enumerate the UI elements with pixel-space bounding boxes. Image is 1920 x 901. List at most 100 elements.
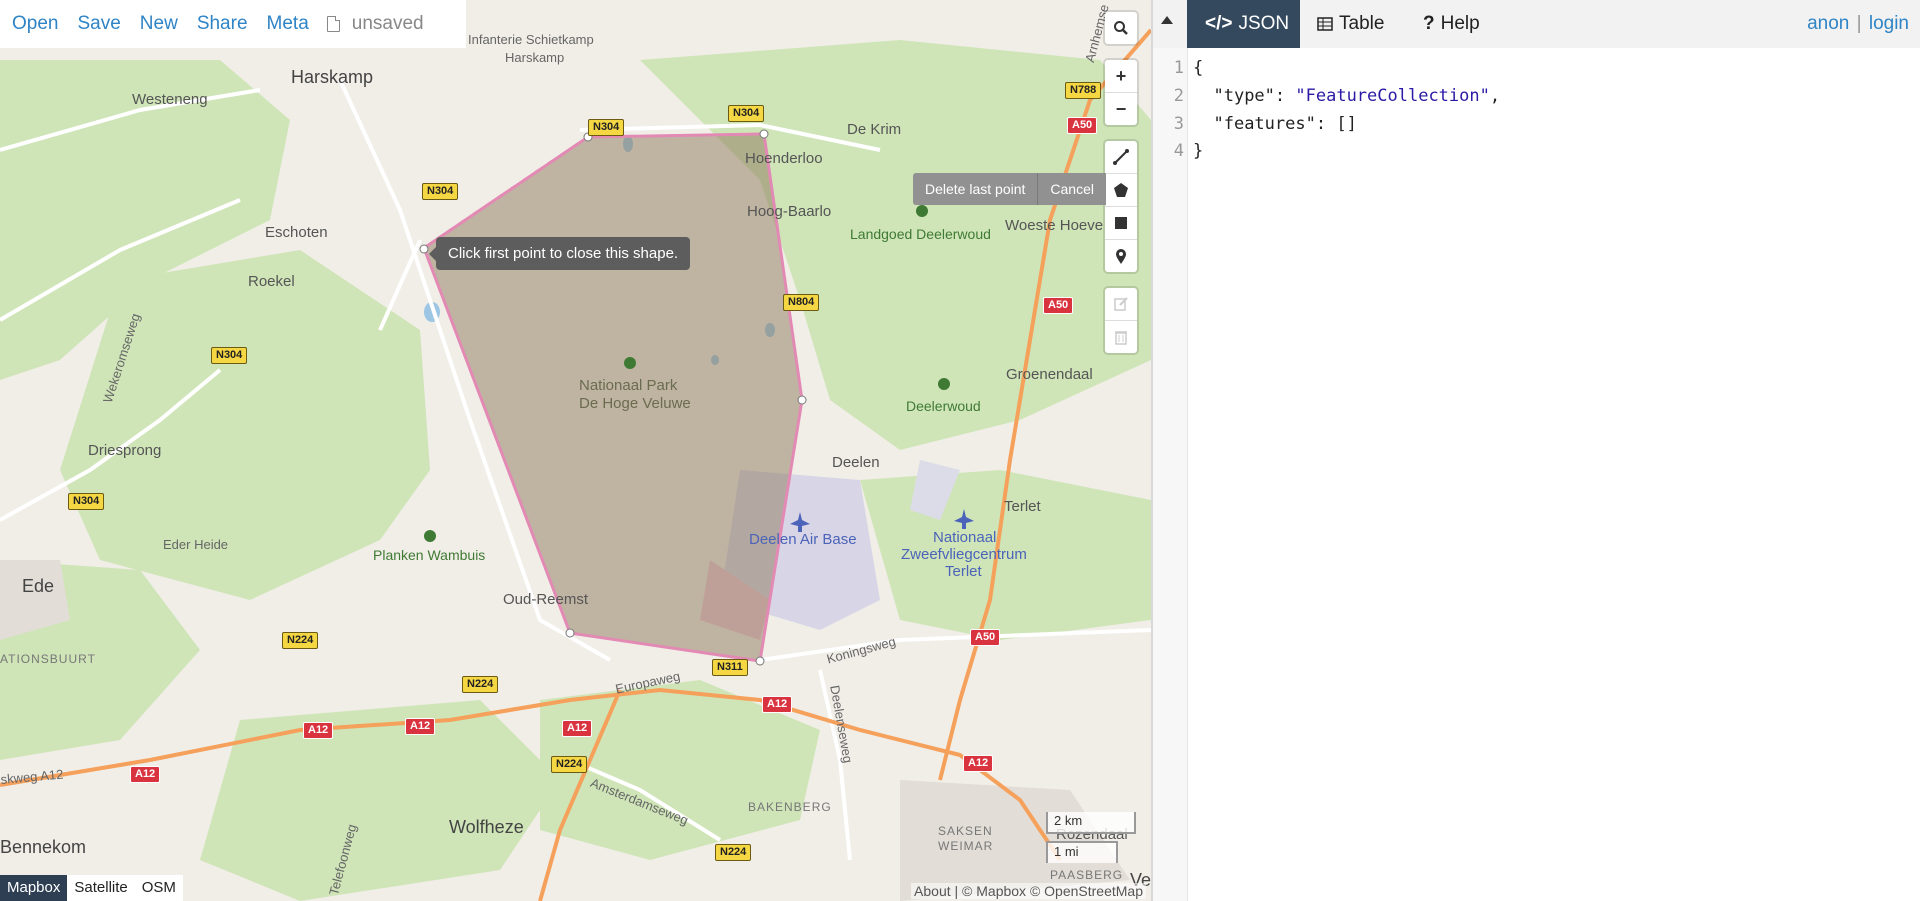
draw-toolbar: [1105, 141, 1137, 272]
osm-attribution-link[interactable]: © OpenStreetMap: [1030, 883, 1143, 899]
tab-help[interactable]: ? Help: [1423, 0, 1480, 48]
question-icon: ?: [1423, 13, 1435, 34]
editor-pane: </> JSON Table ? Help anon | login 1 2 3…: [1153, 0, 1920, 901]
tab-table-label: Table: [1339, 13, 1385, 34]
edit-toolbar: [1105, 288, 1137, 353]
layer-mapbox[interactable]: Mapbox: [0, 875, 68, 901]
zoom-control: + −: [1105, 60, 1137, 125]
map-label-zweef-1: Nationaal: [933, 529, 997, 546]
map-label-planken-wambuis: Planken Wambuis: [373, 547, 486, 563]
table-icon: [1317, 17, 1333, 31]
road-shield-a12: A12: [130, 766, 161, 783]
map-label-westeneng: Westeneng: [132, 91, 208, 108]
map-label-de-krim: De Krim: [847, 121, 902, 138]
road-shield-n804: N804: [783, 294, 820, 311]
json-open-brace: {: [1193, 58, 1204, 78]
rectangle-icon: [1115, 217, 1127, 229]
draw-actions: Delete last point Cancel: [913, 173, 1106, 205]
top-menu: Open Save New Share Meta unsaved: [0, 0, 466, 48]
file-status: unsaved: [326, 13, 424, 35]
map-label-ede: Ede: [22, 576, 55, 596]
layer-satellite[interactable]: Satellite: [67, 875, 134, 901]
edit-layers-button[interactable]: [1105, 288, 1137, 321]
road-shield-n224: N224: [715, 844, 752, 861]
map-label-weimar: WEIMAR: [938, 839, 994, 853]
map-label-hoog-baarlo: Hoog-Baarlo: [747, 203, 832, 220]
json-value-features: []: [1336, 114, 1357, 134]
draw-line-button[interactable]: [1105, 141, 1137, 174]
road-shield-n224: N224: [551, 756, 588, 773]
edit-icon: [1114, 297, 1128, 311]
map-label-deelen-air-base: Deelen Air Base: [749, 531, 857, 548]
save-menu[interactable]: Save: [77, 13, 120, 35]
road-shield-n224: N224: [282, 632, 319, 649]
draw-rectangle-button[interactable]: [1105, 207, 1137, 240]
json-value-type: "FeatureCollection": [1295, 86, 1490, 106]
json-close-brace: }: [1193, 141, 1204, 161]
json-key-type: "type": [1213, 86, 1275, 106]
code-line[interactable]: "type": "FeatureCollection",: [1193, 86, 1500, 106]
zoom-in-button[interactable]: +: [1105, 60, 1137, 93]
share-menu[interactable]: Share: [197, 13, 248, 35]
tab-json-label: JSON: [1238, 13, 1290, 34]
line-number: 4: [1173, 141, 1184, 161]
map-label-saksen: SAKSEN: [938, 824, 993, 838]
road-shield-a50: A50: [970, 629, 1001, 646]
map-label-eschoten: Eschoten: [265, 224, 328, 241]
tab-table[interactable]: Table: [1317, 0, 1384, 48]
map-pane[interactable]: Harskamp Infanterie Schietkamp Harskamp …: [0, 0, 1151, 901]
map-label-national-park-2: De Hoge Veluwe: [579, 395, 691, 412]
login-link[interactable]: login: [1869, 13, 1909, 34]
map-label-national-park-1: Nationaal Park: [579, 377, 678, 394]
road-shield-a50: A50: [1067, 117, 1098, 134]
scale-km: 2 km: [1046, 812, 1136, 834]
line-gutter: 1 2 3 4: [1153, 48, 1188, 901]
road-shield-a12: A12: [562, 720, 593, 737]
map-label-landgoed: Landgoed Deelerwoud: [850, 226, 991, 242]
road-shield-n304: N304: [588, 119, 625, 136]
search-button[interactable]: [1105, 12, 1137, 44]
road-shield-a12: A12: [762, 696, 793, 713]
file-status-label: unsaved: [351, 13, 424, 34]
anon-link[interactable]: anon: [1807, 13, 1849, 34]
delete-last-point-button[interactable]: Delete last point: [913, 173, 1037, 205]
zoom-out-button[interactable]: −: [1105, 93, 1137, 125]
about-link[interactable]: About: [914, 883, 951, 899]
open-menu[interactable]: Open: [12, 13, 58, 35]
map-label-harskamp: Harskamp: [291, 67, 374, 87]
json-key-features: "features": [1213, 114, 1316, 134]
road-shield-a12: A12: [405, 718, 436, 735]
road-shield-n311: N311: [712, 659, 748, 676]
mapbox-attribution-link[interactable]: © Mapbox: [962, 883, 1026, 899]
map-label-zweef-2: Zweefvliegcentrum: [901, 546, 1027, 563]
trash-icon: [1115, 331, 1127, 345]
map-label-bakenberg: BAKENBERG: [748, 800, 832, 814]
code-line[interactable]: "features": []: [1193, 114, 1357, 134]
tab-help-label: Help: [1440, 13, 1480, 34]
cancel-draw-button[interactable]: Cancel: [1037, 173, 1106, 205]
map-label-roekel: Roekel: [248, 273, 295, 290]
draw-polygon-button[interactable]: [1105, 174, 1137, 207]
search-control: [1105, 12, 1137, 44]
meta-menu[interactable]: Meta: [267, 13, 309, 35]
marker-icon: [1116, 249, 1126, 264]
new-menu[interactable]: New: [140, 13, 178, 35]
code-line[interactable]: {: [1193, 58, 1203, 78]
line-number: 3: [1173, 114, 1184, 134]
road-shield-a12: A12: [303, 722, 334, 739]
road-shield-n304: N304: [422, 183, 459, 200]
map-label-eder-heide: Eder Heide: [163, 537, 229, 552]
collapse-panel-icon[interactable]: [1161, 16, 1173, 24]
scale-mi: 1 mi: [1046, 841, 1118, 863]
map-label-paasberg: PAASBERG: [1050, 868, 1124, 882]
road-shield-n224: N224: [462, 676, 499, 693]
line-number: 2: [1173, 86, 1184, 106]
draw-marker-button[interactable]: [1105, 240, 1137, 272]
map-label-zweef-3: Terlet: [945, 563, 982, 580]
code-line[interactable]: }: [1193, 141, 1203, 161]
road-shield-a12: A12: [963, 755, 994, 772]
polygon-icon: [1114, 183, 1128, 197]
tab-json[interactable]: </> JSON: [1187, 0, 1300, 48]
delete-layers-button[interactable]: [1105, 321, 1137, 353]
layer-osm[interactable]: OSM: [135, 875, 183, 901]
